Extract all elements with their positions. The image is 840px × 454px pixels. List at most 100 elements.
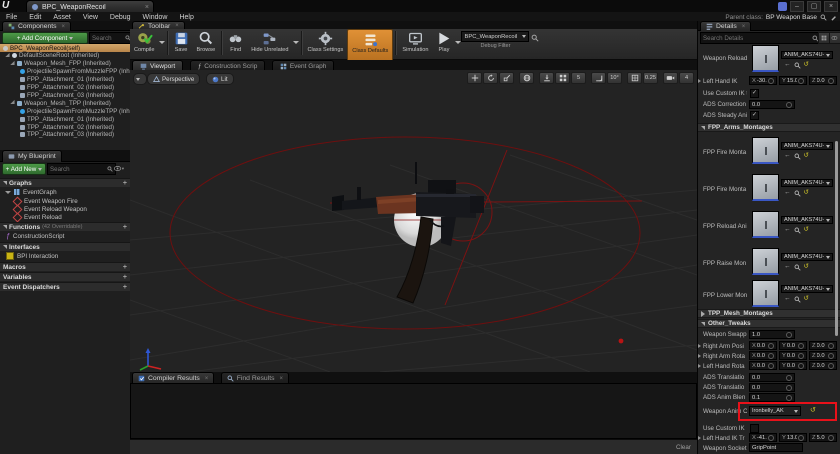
- tab-my-blueprint[interactable]: My Blueprint: [2, 150, 62, 162]
- weapon-socket-field[interactable]: GripPoint: [749, 443, 803, 452]
- clear-results-button[interactable]: Clear: [676, 444, 691, 451]
- value-dial-icon[interactable]: [786, 375, 792, 381]
- value-dial-icon[interactable]: [768, 78, 774, 84]
- surface-snap-button[interactable]: [539, 72, 554, 84]
- animation-thumbnail[interactable]: [752, 45, 779, 72]
- weapon-swap-field[interactable]: 1.0: [749, 330, 795, 339]
- browse-to-asset-icon[interactable]: [794, 153, 801, 160]
- vector-x-field[interactable]: X0.0: [749, 361, 777, 370]
- expander-icon[interactable]: [698, 364, 701, 368]
- grid-snap-size-button[interactable]: 5: [571, 72, 586, 84]
- grid-snap-button[interactable]: [555, 72, 570, 84]
- close-panel-icon[interactable]: ×: [62, 24, 66, 30]
- variables-section-header[interactable]: Variables+: [0, 272, 130, 281]
- browse-to-asset-icon[interactable]: [794, 227, 801, 234]
- vector-y-field[interactable]: Y0.0: [779, 361, 807, 370]
- tab-components[interactable]: Components ×: [2, 21, 71, 31]
- value-dial-icon[interactable]: [786, 385, 792, 391]
- add-component-button[interactable]: + Add Component: [2, 32, 88, 44]
- use-custom-ik-checkbox[interactable]: ✓: [750, 89, 759, 98]
- asset-select[interactable]: ANIM_AKS74U-Rai: [781, 253, 833, 261]
- ads-translation-field[interactable]: 0.0: [749, 383, 795, 392]
- components-search[interactable]: [89, 32, 131, 44]
- compile-button[interactable]: Compile: [130, 29, 159, 61]
- tree-item-fpp-attachment-03[interactable]: FPP_Attachment_03 (Inherited): [0, 91, 131, 99]
- parent-class-link[interactable]: BP Weapon Base: [766, 14, 817, 21]
- value-dial-icon[interactable]: [798, 78, 804, 84]
- reset-property-icon[interactable]: ↺: [804, 227, 809, 234]
- close-tab-icon[interactable]: ×: [145, 4, 149, 11]
- menu-view[interactable]: View: [77, 14, 104, 21]
- class-defaults-button[interactable]: Class Defaults: [347, 29, 393, 63]
- vector-y-field[interactable]: Y0.0: [779, 341, 807, 350]
- eventgraph-item[interactable]: EventGraph: [0, 188, 131, 196]
- weapon-anim-class-select[interactable]: Ironbelly_AK: [749, 406, 801, 416]
- rotation-snap-button[interactable]: [591, 72, 606, 84]
- construction-script-item[interactable]: ƒConstructionScript: [0, 232, 131, 240]
- tree-item-weapon-mesh-fpp[interactable]: Weapon_Mesh_FPP (Inherited): [0, 60, 131, 68]
- value-dial-icon[interactable]: [828, 435, 834, 441]
- rotate-tool-button[interactable]: [483, 72, 498, 84]
- menu-asset[interactable]: Asset: [47, 14, 77, 21]
- vector-z-field[interactable]: Z0.0: [809, 76, 837, 85]
- scale-tool-button[interactable]: [499, 72, 514, 84]
- use-selected-icon[interactable]: ←: [784, 62, 791, 69]
- ads-steady-checkbox[interactable]: ✓: [750, 111, 759, 120]
- value-dial-icon[interactable]: [828, 78, 834, 84]
- event-reload-item[interactable]: Event Reload: [0, 213, 131, 221]
- use-selected-icon[interactable]: ←: [784, 190, 791, 197]
- menu-file[interactable]: File: [0, 14, 23, 21]
- bpi-interaction-item[interactable]: BPI Interaction: [0, 252, 131, 260]
- reset-property-icon[interactable]: ↺: [804, 190, 809, 197]
- reset-property-icon[interactable]: ↺: [804, 153, 809, 160]
- tree-item-tpp-attachment-01[interactable]: TPP_Attachment_01 (Inherited): [0, 115, 131, 123]
- use-selected-icon[interactable]: ←: [784, 153, 791, 160]
- animation-thumbnail[interactable]: [752, 280, 779, 307]
- add-variable-icon[interactable]: +: [123, 274, 127, 281]
- asset-select[interactable]: ANIM_AKS74U-RH: [781, 51, 833, 59]
- viewport-options-button[interactable]: [133, 73, 147, 85]
- components-search-input[interactable]: [92, 35, 125, 42]
- maximize-button[interactable]: ▢: [807, 1, 821, 12]
- event-reload-weapon-item[interactable]: Event Reload Weapon: [0, 205, 131, 213]
- vector-z-field[interactable]: Z0.0: [809, 351, 837, 360]
- world-local-toggle-button[interactable]: [519, 72, 534, 84]
- fpp-arms-montages-header[interactable]: FPP_Arms_Montages: [698, 123, 840, 132]
- feedback-icon[interactable]: [778, 2, 787, 11]
- menu-edit[interactable]: Edit: [23, 14, 47, 21]
- vector-x-field[interactable]: X0.0: [749, 351, 777, 360]
- use-selected-icon[interactable]: ←: [784, 296, 791, 303]
- vector-y-field[interactable]: Y15.0: [779, 76, 807, 85]
- blueprint-search[interactable]: [47, 163, 116, 175]
- vector-x-field[interactable]: X-41.0: [749, 433, 777, 442]
- value-dial-icon[interactable]: [798, 435, 804, 441]
- vector-x-field[interactable]: X0.0: [749, 341, 777, 350]
- event-weapon-fire-item[interactable]: Event Weapon Fire: [0, 197, 131, 205]
- animation-thumbnail[interactable]: [752, 248, 779, 275]
- tree-item-projectile-tpp[interactable]: ProjectileSpawnFromMuzzleTPP (Inherited): [0, 107, 131, 115]
- tree-item-fpp-attachment-02[interactable]: FPP_Attachment_02 (Inherited): [0, 84, 131, 92]
- ads-anim-blend-field[interactable]: 0.1: [749, 393, 795, 402]
- minimize-button[interactable]: –: [790, 1, 804, 12]
- expander-icon[interactable]: [10, 61, 16, 67]
- tree-item-fpp-attachment-01[interactable]: FPP_Attachment_01 (Inherited): [0, 76, 131, 84]
- camera-speed-value-button[interactable]: 4: [679, 72, 694, 84]
- save-button[interactable]: Save: [170, 29, 193, 61]
- reset-property-icon[interactable]: ↺: [804, 296, 809, 303]
- tree-item-projectile-fpp[interactable]: ProjectileSpawnFromMuzzleFPP (Inherited): [0, 68, 131, 76]
- add-dispatcher-icon[interactable]: +: [123, 284, 127, 291]
- camera-speed-button[interactable]: [663, 72, 678, 84]
- details-search-input[interactable]: [703, 35, 812, 42]
- macros-section-header[interactable]: Macros+: [0, 262, 130, 271]
- value-dial-icon[interactable]: [786, 102, 792, 108]
- browse-to-asset-icon[interactable]: [794, 264, 801, 271]
- vector-y-field[interactable]: Y0.0: [779, 351, 807, 360]
- ads-correction-field[interactable]: 0.0: [749, 100, 795, 109]
- value-dial-icon[interactable]: [828, 343, 834, 349]
- browse-button[interactable]: Browse: [193, 29, 220, 61]
- tpp-mesh-montages-header[interactable]: TPP_Mesh_Montages: [698, 309, 840, 318]
- menu-help[interactable]: Help: [173, 14, 199, 21]
- browse-to-asset-icon[interactable]: [794, 190, 801, 197]
- value-dial-icon[interactable]: [828, 363, 834, 369]
- search-parent-icon[interactable]: [820, 14, 827, 21]
